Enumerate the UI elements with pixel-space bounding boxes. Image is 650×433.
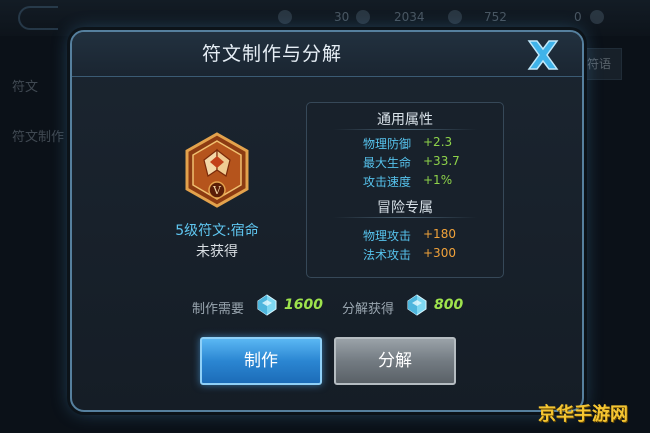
attribute-value: +1% xyxy=(423,173,453,187)
close-icon xyxy=(527,40,559,70)
attribute-row: 法术攻击 +300 xyxy=(307,246,503,264)
attribute-label: 物理攻击 xyxy=(362,229,411,243)
background-side-label: 符文制作 xyxy=(12,130,65,145)
attribute-panel: 通用属性 物理防御 +2.3 最大生命 +33.7 攻击速度 +1% 冒险专属 … xyxy=(306,102,504,278)
attribute-row: 物理防御 +2.3 xyxy=(307,135,503,153)
attribute-row: 攻击速度 +1% xyxy=(307,173,503,191)
background-icon xyxy=(278,10,292,24)
divider xyxy=(333,129,477,130)
background-side-label: 符文 xyxy=(12,80,39,95)
crystal-icon xyxy=(407,294,427,316)
attribute-value: +180 xyxy=(423,227,456,241)
adventure-attributes-title: 冒险专属 xyxy=(377,200,433,216)
attribute-label: 攻击速度 xyxy=(362,175,411,189)
dialog-title: 符文制作与分解 xyxy=(201,43,342,65)
background-icon xyxy=(356,10,370,24)
attribute-label: 法术攻击 xyxy=(362,248,411,262)
background-stat: 30 xyxy=(334,10,350,24)
site-watermark: 京华手游网 xyxy=(538,404,628,425)
background-icon xyxy=(590,10,604,24)
background-stat: 2034 xyxy=(394,10,425,24)
attribute-row: 最大生命 +33.7 xyxy=(307,154,503,172)
dialog-header: 符文制作与分解 xyxy=(72,32,582,77)
rune-craft-dialog: 符文制作与分解 V 5级符文:宿命 未获得 通用属性 物理防御 +2.3 最大生… xyxy=(70,30,584,412)
attribute-row: 物理攻击 +180 xyxy=(307,227,503,245)
divider xyxy=(333,217,477,218)
background-stat: 0 xyxy=(574,10,582,24)
rune-level-badge: V xyxy=(212,184,222,197)
decompose-gain-value: 800 xyxy=(434,297,464,313)
make-cost-label: 制作需要 xyxy=(192,302,245,317)
general-attributes-title: 通用属性 xyxy=(377,112,433,128)
rune-emblem: V xyxy=(184,132,250,208)
rune-status: 未获得 xyxy=(196,244,238,260)
background-stat: 752 xyxy=(484,10,507,24)
attribute-label: 最大生命 xyxy=(362,156,411,170)
decompose-gain-label: 分解获得 xyxy=(342,302,395,317)
make-cost-value: 1600 xyxy=(284,297,323,313)
background-icon xyxy=(448,10,462,24)
close-button[interactable] xyxy=(520,36,566,74)
make-button[interactable]: 制作 xyxy=(200,337,322,385)
attribute-label: 物理防御 xyxy=(362,137,411,151)
attribute-value: +2.3 xyxy=(423,135,453,149)
decompose-button[interactable]: 分解 xyxy=(334,337,456,385)
crystal-icon xyxy=(257,294,277,316)
back-arrow-icon xyxy=(18,6,58,30)
attribute-value: +300 xyxy=(423,246,456,260)
attribute-value: +33.7 xyxy=(423,154,460,168)
rune-name: 5级符文:宿命 xyxy=(175,223,259,239)
